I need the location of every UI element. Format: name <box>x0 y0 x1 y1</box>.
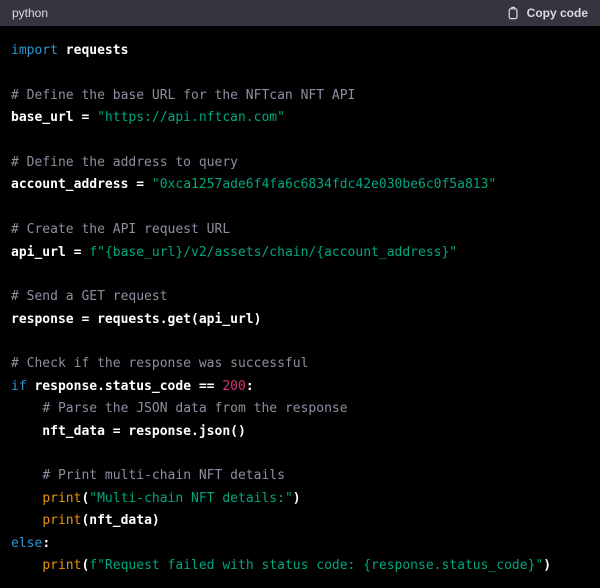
code-token-str: f"Request failed with status code: {resp… <box>89 558 543 573</box>
code-line: print("Multi-chain NFT details:") <box>11 488 589 510</box>
code-line: base_url = "https://api.nftcan.com" <box>11 107 589 129</box>
code-token-plain: : <box>246 379 254 394</box>
code-token-plain <box>11 558 42 573</box>
copy-code-label: Copy code <box>527 6 588 20</box>
code-token-kw: import <box>11 43 58 58</box>
code-token-plain: response = requests.get(api_url) <box>11 312 261 327</box>
code-line <box>11 197 589 219</box>
code-token-com: # Create the API request URL <box>11 222 230 237</box>
code-line: # Check if the response was successful <box>11 353 589 375</box>
code-token-num: 200 <box>222 379 245 394</box>
code-token-plain <box>11 513 42 528</box>
code-token-str: "Multi-chain NFT details:" <box>89 491 293 506</box>
code-token-str: f"{base_url}/v2/assets/chain/{account_ad… <box>89 245 457 260</box>
code-line: # Parse the JSON data from the response <box>11 398 589 420</box>
copy-code-button[interactable]: Copy code <box>506 6 588 20</box>
code-token-plain: nft_data = response.json() <box>11 424 246 439</box>
code-line <box>11 443 589 465</box>
code-line: nft_data = response.json() <box>11 421 589 443</box>
code-block: python Copy code import requests # Defin… <box>0 0 600 588</box>
code-line <box>11 264 589 286</box>
code-token-com: # Send a GET request <box>11 289 168 304</box>
code-line: # Define the address to query <box>11 152 589 174</box>
code-line <box>11 331 589 353</box>
code-token-com: # Check if the response was successful <box>11 356 308 371</box>
code-token-str: "0xca1257ade6f4fa6c6834fdc42e030be6c0f5a… <box>152 177 496 192</box>
code-token-plain: ) <box>543 558 551 573</box>
code-line: # Print multi-chain NFT details <box>11 465 589 487</box>
code-line: account_address = "0xca1257ade6f4fa6c683… <box>11 174 589 196</box>
code-token-plain <box>11 468 42 483</box>
code-token-plain: ) <box>293 491 301 506</box>
language-label: python <box>12 6 48 20</box>
code-line: # Send a GET request <box>11 286 589 308</box>
code-token-fn: print <box>42 513 81 528</box>
code-token-fn: print <box>42 558 81 573</box>
code-token-plain: requests <box>58 43 128 58</box>
code-token-com: # Define the address to query <box>11 155 238 170</box>
code-line: if response.status_code == 200: <box>11 376 589 398</box>
code-token-str: "https://api.nftcan.com" <box>97 110 285 125</box>
code-line: else: <box>11 533 589 555</box>
code-token-plain <box>11 401 42 416</box>
code-line: print(f"Request failed with status code:… <box>11 555 589 577</box>
code-line <box>11 130 589 152</box>
code-content: import requests # Define the base URL fo… <box>0 26 600 588</box>
code-line: print(nft_data) <box>11 510 589 532</box>
code-line <box>11 62 589 84</box>
code-line: import requests <box>11 40 589 62</box>
code-line: response = requests.get(api_url) <box>11 309 589 331</box>
code-token-plain: (nft_data) <box>81 513 159 528</box>
code-token-com: # Print multi-chain NFT details <box>42 468 285 483</box>
code-token-com: # Parse the JSON data from the response <box>42 401 347 416</box>
code-block-header: python Copy code <box>0 0 600 26</box>
code-token-fn: print <box>42 491 81 506</box>
code-token-plain: : <box>42 536 50 551</box>
code-token-kw: if <box>11 379 27 394</box>
code-line: # Create the API request URL <box>11 219 589 241</box>
code-token-plain: base_url = <box>11 110 97 125</box>
code-token-plain: api_url = <box>11 245 89 260</box>
code-token-plain <box>11 491 42 506</box>
code-token-com: # Define the base URL for the NFTcan NFT… <box>11 88 355 103</box>
code-line: api_url = f"{base_url}/v2/assets/chain/{… <box>11 242 589 264</box>
code-line: # Define the base URL for the NFTcan NFT… <box>11 85 589 107</box>
clipboard-icon <box>506 6 520 20</box>
code-token-plain: account_address = <box>11 177 152 192</box>
code-token-kw: else <box>11 536 42 551</box>
code-token-plain: response.status_code == <box>27 379 223 394</box>
